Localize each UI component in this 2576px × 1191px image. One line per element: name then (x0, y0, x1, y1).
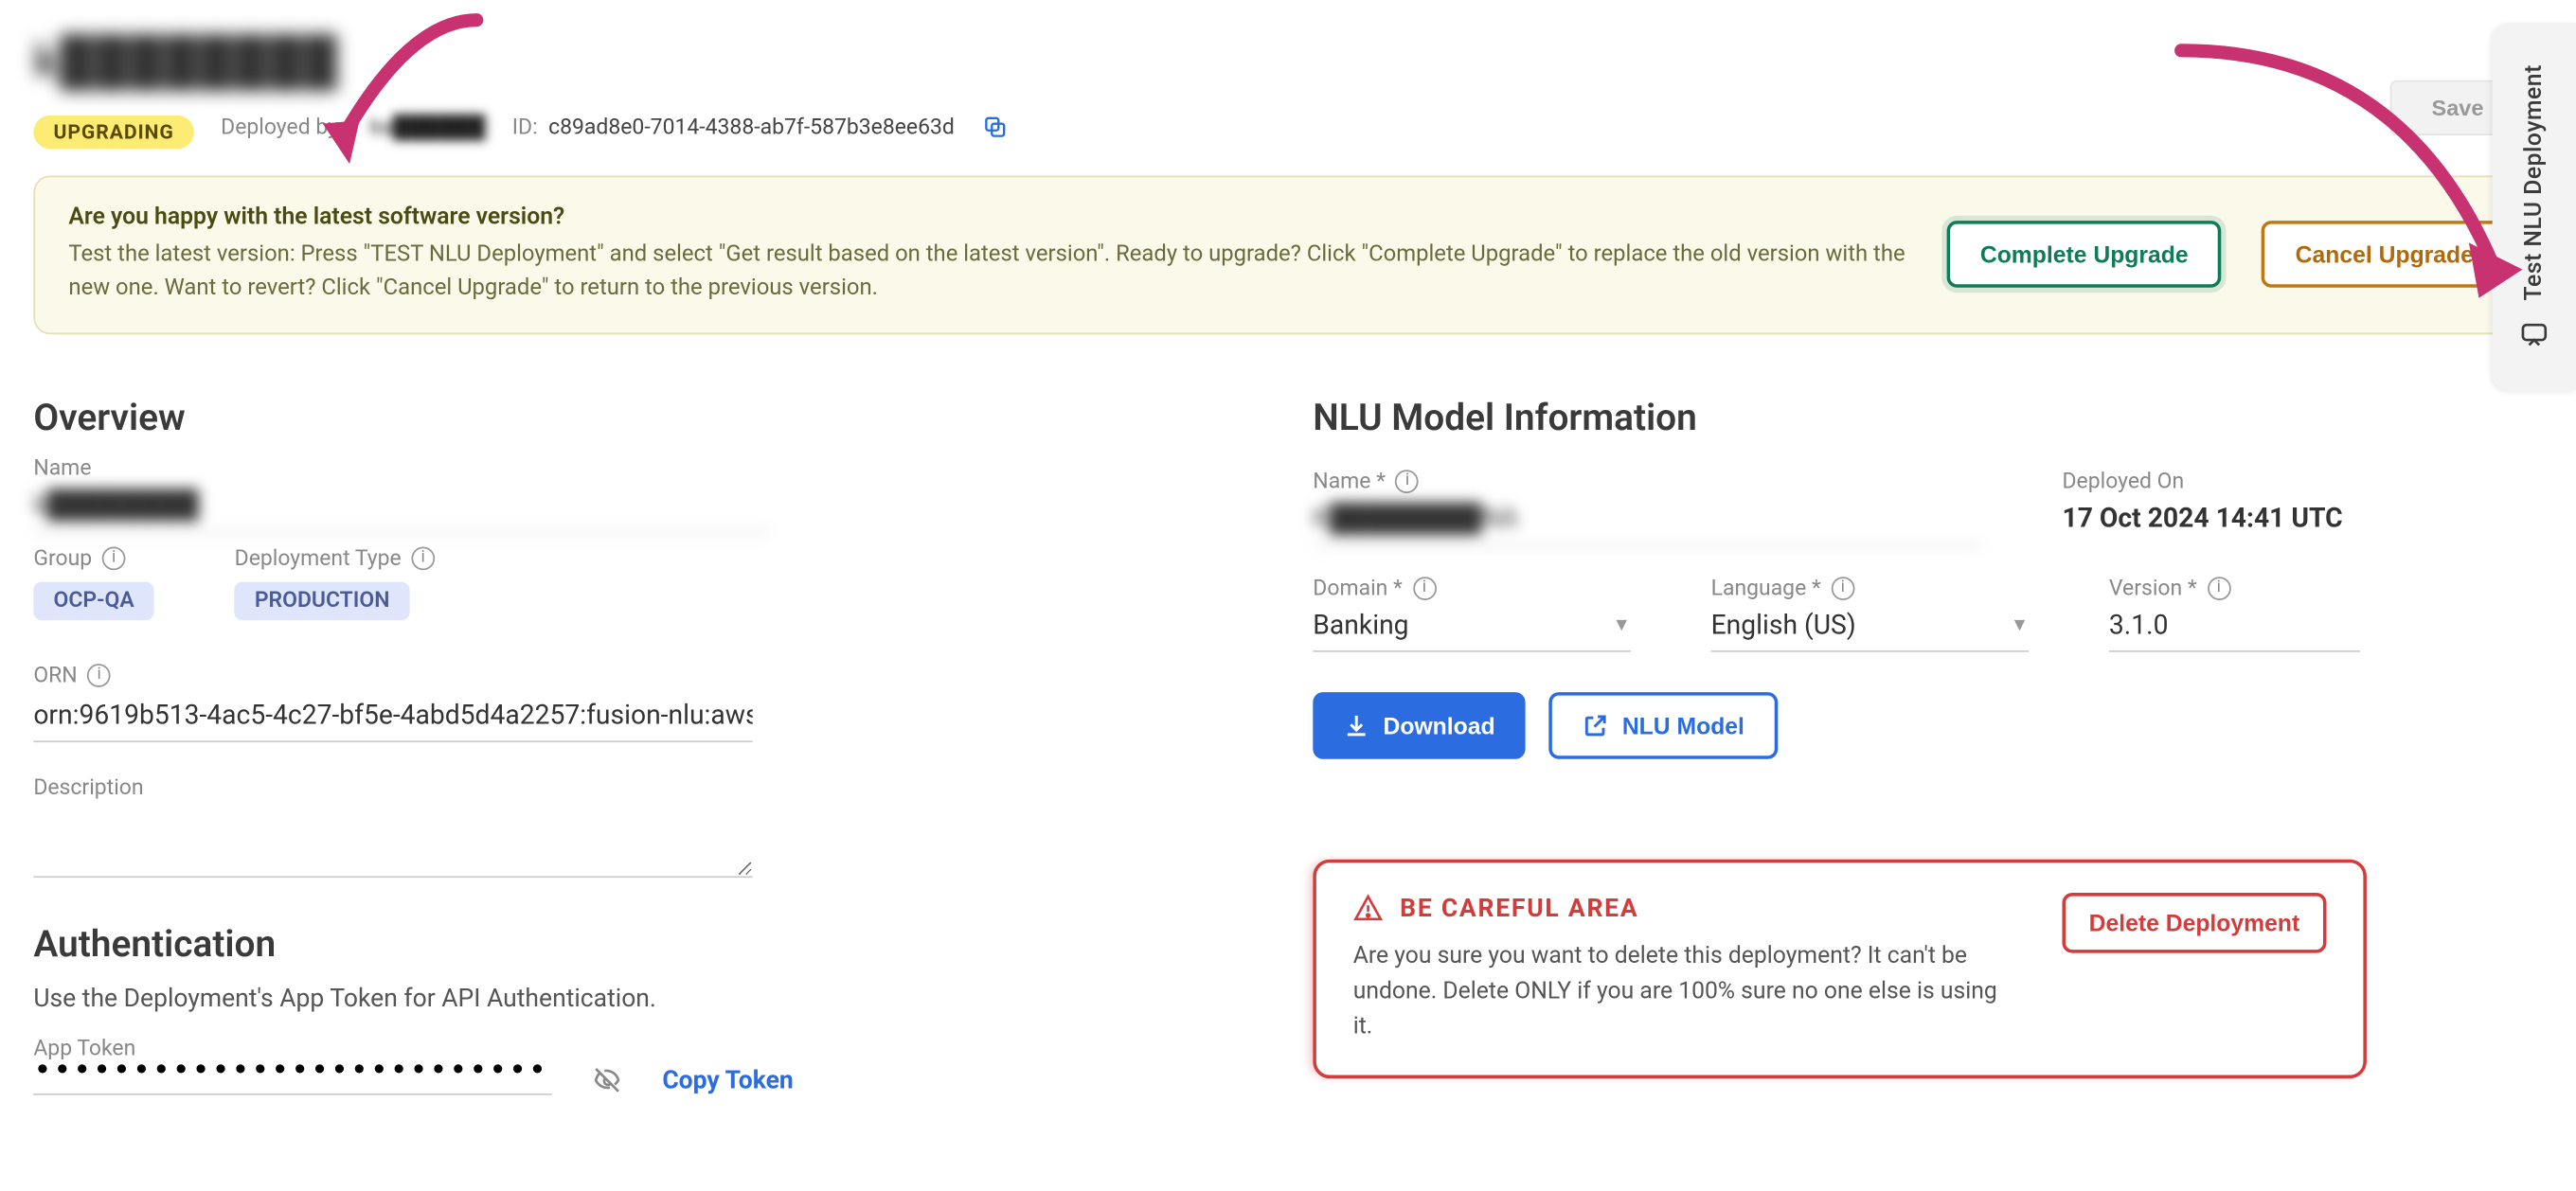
description-input[interactable] (33, 800, 752, 877)
deployed-by-value: ka██████ (370, 114, 486, 140)
deployed-on-value: 17 Oct 2024 14:41 UTC (2062, 501, 2342, 533)
language-select[interactable]: English (US)▼ (1711, 601, 2030, 651)
language-label: Language * i (1711, 576, 2030, 600)
orn-label: ORN i (33, 663, 1212, 687)
danger-zone: BE CAREFUL AREA Are you sure you want to… (1313, 859, 2367, 1077)
id-label: ID: (512, 115, 538, 139)
danger-title-text: BE CAREFUL AREA (1400, 892, 1638, 922)
group-label: Group i (33, 546, 154, 571)
upgrade-banner: Are you happy with the latest software v… (33, 175, 2542, 333)
group-value: OCP-QA (33, 581, 154, 620)
page-title: k████████ (33, 33, 338, 88)
copy-token-button[interactable]: Copy Token (662, 1064, 793, 1094)
orn-value: orn:9619b513-4ac5-4c27-bf5e-4abd5d4a2257… (33, 688, 752, 742)
banner-heading: Are you happy with the latest software v… (68, 204, 1906, 230)
complete-upgrade-button[interactable]: Complete Upgrade (1947, 222, 2222, 289)
external-link-icon (1582, 711, 1608, 738)
eye-off-icon[interactable] (592, 1064, 622, 1094)
name-label: Name (33, 455, 769, 480)
banner-body: Test the latest version: Press "TEST NLU… (68, 238, 1906, 306)
info-icon[interactable]: i (1413, 577, 1437, 600)
info-icon[interactable]: i (87, 664, 111, 687)
version-label: Version * i (2109, 576, 2360, 600)
info-icon[interactable]: i (2207, 577, 2230, 600)
id-value: c89ad8e0-7014-4388-ab7f-587b3e8ee63d (548, 115, 955, 139)
model-title: NLU Model Information (1313, 397, 2367, 438)
description-label: Description (33, 775, 1212, 800)
chat-icon (2519, 318, 2549, 348)
delete-deployment-button[interactable]: Delete Deployment (2062, 892, 2326, 952)
chevron-down-icon: ▼ (1613, 613, 1631, 634)
name-value: k████████ (33, 488, 769, 533)
copy-icon[interactable] (981, 114, 1008, 140)
auth-subtitle: Use the Deployment's App Token for API A… (33, 983, 1212, 1013)
deployment-type-value: PRODUCTION (235, 581, 410, 620)
download-icon (1343, 711, 1369, 738)
cancel-upgrade-button[interactable]: Cancel Upgrade (2262, 222, 2507, 289)
domain-select[interactable]: Banking▼ (1313, 601, 1631, 651)
info-icon[interactable]: i (1831, 577, 1854, 600)
overview-title: Overview (33, 397, 1212, 438)
app-token-value: ••••••••••••••••••••••••••••••••••••••••… (33, 1061, 551, 1094)
side-tab-label: Test NLU Deployment (2521, 65, 2548, 301)
model-name-value: K████████NA (1313, 501, 1981, 546)
info-icon[interactable]: i (1396, 470, 1420, 493)
app-token-label: App Token (33, 1036, 1212, 1060)
test-nlu-deployment-tab[interactable]: Test NLU Deployment (2493, 23, 2576, 391)
status-badge: UPGRADING (33, 116, 194, 149)
nlu-model-button[interactable]: NLU Model (1548, 691, 1778, 758)
domain-label: Domain * i (1313, 576, 1631, 600)
deployed-on-label: Deployed On (2062, 469, 2342, 493)
deployed-by-label: Deployed by: (221, 115, 343, 139)
info-icon[interactable]: i (411, 546, 435, 570)
download-button[interactable]: Download (1313, 691, 1525, 758)
model-name-label: Name * i (1313, 469, 1981, 493)
danger-body: Are you sure you want to delete this dep… (1353, 939, 2022, 1044)
chevron-down-icon: ▼ (2011, 613, 2029, 634)
version-select[interactable]: 3.1.0▼ (2109, 601, 2360, 651)
warning-icon (1353, 892, 1384, 922)
info-icon[interactable]: i (102, 546, 126, 570)
deployment-type-label: Deployment Type i (235, 546, 435, 571)
auth-title: Authentication (33, 924, 1212, 966)
